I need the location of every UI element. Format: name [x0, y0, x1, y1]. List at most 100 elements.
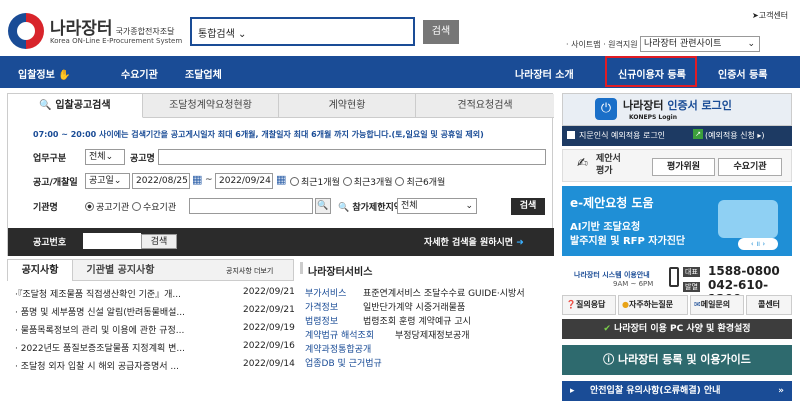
service-row[interactable]: 법령정보 법령조회 훈령 계약예규 고시: [305, 315, 525, 329]
e-proposal-banner[interactable]: e-제안요청 도움 AI기반 조달요청 발주지원 및 RFP 자가진단 ‹ ॥ …: [562, 186, 792, 256]
task-select[interactable]: 전체⌄: [85, 149, 125, 165]
search-icon[interactable]: 🔍: [315, 198, 331, 214]
lightbulb-icon: ●: [622, 300, 629, 309]
agency-type-notice-label: 공고기관: [96, 203, 130, 213]
notice-date: 2022/09/21: [243, 305, 295, 315]
advanced-search-button[interactable]: 검색: [511, 198, 545, 215]
notice-title: · 품명 및 세부품명 신설 알림(반려동물배설...: [15, 308, 186, 318]
service-row[interactable]: 부가서비스 표준연계서비스 조달수수료 GUIDE·시방서: [305, 287, 525, 301]
search-scope-select[interactable]: 통합검색 ⌄: [198, 25, 246, 40]
quick-mail-label: 메일문의: [700, 300, 731, 309]
region-select[interactable]: 전체 ⌄: [397, 198, 477, 214]
bio-apply-link[interactable]: (예외적용 신청 ▸): [705, 130, 765, 141]
bid-no-label: 공고번호: [33, 238, 67, 248]
bio-login-checkbox[interactable]: [567, 131, 575, 139]
external-icon: ↗: [693, 129, 703, 139]
sitemap-remote-links[interactable]: · 사이트맵 · 원격지원: [566, 39, 638, 50]
calendar-icon[interactable]: ▦: [192, 173, 202, 186]
period-1m-label: 최근1개월: [301, 178, 340, 188]
banner-pager[interactable]: ‹ ॥ ›: [738, 238, 778, 250]
notice-tabs: 공지사항 기관별 공지사항 공지사항 더보기: [7, 259, 294, 281]
cert-login-title-2: 인증서 로그인: [667, 99, 732, 112]
site-logo[interactable]: 나라장터 국가종합전자조달 Korea ON-Line E-Procurement…: [8, 13, 198, 51]
date-type-value: 공고일: [89, 176, 114, 186]
quick-qna[interactable]: ❓질의응답: [562, 295, 616, 315]
chevron-down-icon: ⌄: [747, 39, 755, 49]
cert-login-sub: KONEPS Login: [629, 114, 677, 121]
nav-bid-info-label: 입찰정보: [18, 70, 55, 81]
cert-login-title-1: 나라장터: [623, 99, 664, 112]
notice-item[interactable]: ·『조달청 제조물품 직접생산확인 기준』개... 2022/09/21: [15, 287, 305, 305]
bid-name-input[interactable]: [158, 149, 546, 165]
calendar-icon[interactable]: ▦: [276, 173, 286, 186]
tab-quote-search[interactable]: 견적요청검색: [416, 94, 554, 118]
phone-tag-alt: 발열: [683, 282, 700, 292]
date-to-input[interactable]: 2022/09/24: [215, 173, 273, 189]
related-sites-select[interactable]: 나라장터 관련사이트 ⌄: [640, 36, 760, 52]
safety-notice-button[interactable]: ▸ 안전입찰 유의사항(오류해결) 안내 »: [562, 381, 792, 401]
period-1m[interactable]: 최근1개월: [290, 177, 340, 188]
search-panel: 🔍 입찰공고검색 조달청계약요청현황 계약현황 견적요청검색 07:00 ~ 2…: [7, 93, 554, 256]
nav-bid-info[interactable]: 입찰정보 ✋: [18, 66, 71, 81]
agency-input[interactable]: [189, 198, 313, 214]
arrow-icon: ➤: [752, 11, 759, 20]
global-search-button[interactable]: 검색: [423, 20, 459, 44]
tab-contract-status[interactable]: 계약현황: [279, 94, 416, 118]
hand-pen-icon: ✍: [577, 156, 588, 171]
notices-more-link[interactable]: 공지사항 더보기: [226, 266, 273, 276]
date-from-input[interactable]: 2022/08/25: [132, 173, 190, 189]
logo-english: Korea ON-Line E-Procurement System: [50, 37, 183, 45]
period-3m[interactable]: 최근3개월: [342, 177, 393, 188]
service-text: 부정당제재정보공개: [395, 331, 470, 341]
date-type-select[interactable]: 공고일⌄: [85, 173, 130, 189]
agency-type-demand-label: 수요기관: [143, 203, 177, 213]
search-notice: 07:00 ~ 20:00 사이에는 검색기간을 공고게시일자 최대 6개월, …: [33, 130, 484, 139]
notice-title: · 2022년도 품질보증조달물품 지정계획 변...: [15, 344, 185, 354]
tab-notices[interactable]: 공지사항: [8, 260, 73, 281]
notice-item[interactable]: · 물품목록정보의 관리 및 이용에 관한 규정... 2022/09/19: [15, 323, 305, 341]
customer-center-link[interactable]: ➤고객센터: [752, 10, 788, 21]
quick-faq[interactable]: ●자주하는질문: [618, 295, 688, 315]
agency-type-notice[interactable]: 공고기관: [85, 202, 130, 213]
tab-bid-search[interactable]: 🔍 입찰공고검색: [8, 94, 143, 118]
nav-supplier[interactable]: 조달업체: [185, 66, 222, 81]
global-search-box[interactable]: 통합검색 ⌄: [190, 17, 415, 46]
demand-agency-button[interactable]: 수요기관: [718, 158, 782, 176]
service-row[interactable]: 계약법규 해석조회 부정당제재정보공개: [305, 329, 525, 343]
detail-search-link[interactable]: 자세한 검색을 원하시면 ➜: [424, 235, 524, 248]
period-6m[interactable]: 최근6개월: [395, 177, 445, 188]
notice-item[interactable]: · 조달청 외자 입찰 시 해외 공급자증명서 ... 2022/09/14: [15, 359, 305, 377]
service-row[interactable]: 업종DB 및 근거법규: [305, 357, 525, 371]
arrow-right-icon: ➜: [516, 238, 524, 248]
chevron-down-icon: ⌄: [238, 29, 247, 40]
quick-mail[interactable]: ✉메일문의: [690, 295, 744, 315]
notice-item[interactable]: · 품명 및 세부품명 신설 알림(반려동물배설... 2022/09/21: [15, 305, 305, 323]
nav-demand-agency[interactable]: 수요기관: [121, 66, 158, 81]
guide-button[interactable]: ⓘ 나라장터 등록 및 이용가이드: [562, 345, 792, 375]
notice-date: 2022/09/16: [243, 341, 295, 351]
evaluator-button[interactable]: 평가위원: [652, 158, 715, 176]
service-label: 부가서비스: [305, 289, 347, 299]
bid-no-search-button[interactable]: 검색: [141, 234, 177, 249]
service-row[interactable]: 계약과정통합공개: [305, 343, 525, 357]
tab-contract-request[interactable]: 조달청계약요청현황: [143, 94, 279, 118]
divider: [300, 262, 303, 274]
service-label: 업종DB 및 근거법규: [305, 359, 382, 369]
notice-date: 2022/09/21: [243, 287, 295, 297]
top-header: 나라장터 국가종합전자조달 Korea ON-Line E-Procurement…: [0, 0, 800, 56]
service-row[interactable]: 가격정보 일반단가계약 시중거래물품: [305, 301, 525, 315]
nav-about[interactable]: 나라장터 소개: [515, 66, 574, 81]
notice-date: 2022/09/19: [243, 323, 295, 333]
pc-env-button[interactable]: ✔ 나라장터 이용 PC 사양 및 환경설정: [562, 319, 792, 339]
notice-item[interactable]: · 2022년도 품질보증조달물품 지정계획 변... 2022/09/16: [15, 341, 305, 359]
bid-no-input[interactable]: [83, 233, 141, 249]
mail-icon: ✉: [694, 300, 701, 309]
cert-login-box[interactable]: ⏻ 나라장터 인증서 로그인 KONEPS Login: [562, 93, 792, 126]
bio-login-label[interactable]: 지문인식 예외적용 로그인: [579, 130, 665, 141]
tab-agency-notices[interactable]: 기관별 공지사항: [73, 260, 168, 281]
banner-subtitle-1: AI기반 조달요청: [570, 222, 641, 233]
quick-callcenter[interactable]: 콜센터: [746, 295, 792, 315]
cert-login-title: 나라장터 인증서 로그인: [623, 97, 732, 113]
nav-cert-register[interactable]: 인증서 등록: [718, 66, 767, 81]
agency-type-demand[interactable]: 수요기관: [132, 202, 177, 213]
